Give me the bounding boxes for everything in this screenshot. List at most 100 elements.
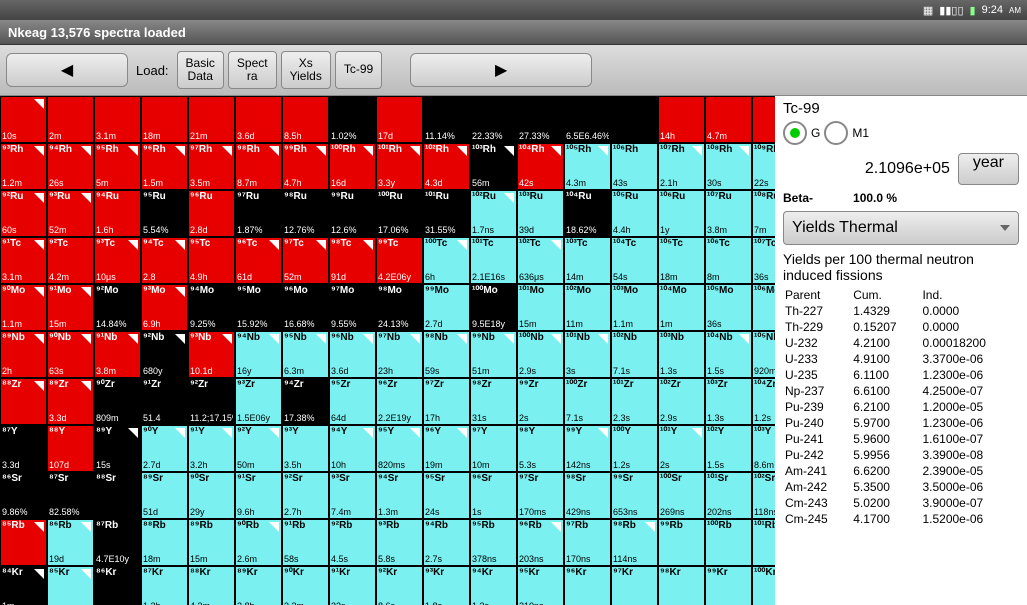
nuclide-cell[interactable]: ⁹⁰Kr3.2m [282, 566, 329, 605]
nuclide-cell[interactable]: ⁹³Sr7.4m [329, 472, 376, 519]
nuclide-cell[interactable]: ¹⁰⁶Rh43s [611, 143, 658, 190]
nuclide-cell[interactable]: ¹⁰¹Nb3s [564, 331, 611, 378]
nuclide-cell[interactable]: ⁹³Tc10μs [94, 237, 141, 284]
nuclide-cell[interactable]: ¹⁰⁴Nb1.5s [705, 331, 752, 378]
nuclide-cell[interactable]: ⁸⁸Sr [94, 472, 141, 519]
nuclide-cell[interactable]: ⁹⁸Sr429ns [564, 472, 611, 519]
nuclide-cell[interactable]: ⁹⁵Rb378ns [470, 519, 517, 566]
nuclide-cell[interactable]: ⁹⁰Mo1.1m [0, 284, 47, 331]
nuclide-cell[interactable]: ¹⁰⁵Mo36s [705, 284, 752, 331]
nuclide-cell[interactable]: ⁹⁷Kr [611, 566, 658, 605]
nuclide-cell[interactable]: ⁹⁸Y5.3s [517, 425, 564, 472]
nuclide-cell[interactable]: ⁹⁰Sr29y [188, 472, 235, 519]
nuclide-cell[interactable]: ¹⁰⁸Ru7m [752, 190, 775, 237]
nuclide-cell[interactable]: ⁹⁵Kr210ns [517, 566, 564, 605]
isotope-button[interactable]: Tc-99 [335, 51, 382, 89]
nuclide-cell[interactable]: ⁹⁹Ru12.6% [329, 190, 376, 237]
nuclide-cell[interactable]: ⁹²Nb680y [141, 331, 188, 378]
nuclide-cell[interactable]: ¹⁰⁰Zr7.1s [564, 378, 611, 425]
nuclide-cell[interactable]: ⁹³Zr1.5E06y [235, 378, 282, 425]
nuclide-cell[interactable]: ¹⁰¹Zr2.3s [611, 378, 658, 425]
nuclide-cell[interactable]: ⁸⁸Y107d [47, 425, 94, 472]
nuclide-cell[interactable]: ⁹⁷Zr17h [423, 378, 470, 425]
nuclide-cell[interactable]: ⁹¹Zr51.4 [141, 378, 188, 425]
nuclide-cell[interactable]: ¹⁰⁶Tc8m [705, 237, 752, 284]
nuclide-cell[interactable]: ⁹²Kr8.6s [376, 566, 423, 605]
nuclide-cell[interactable]: 22.33% [470, 96, 517, 143]
nuclide-cell[interactable]: ⁹⁹Rb [658, 519, 705, 566]
halflife-unit-button[interactable]: year [958, 153, 1019, 185]
nuclide-cell[interactable]: ⁹⁹Tc4.2E06y [376, 237, 423, 284]
basic-data-button[interactable]: Basic Data [177, 51, 224, 89]
nuclide-cell[interactable]: ⁹¹Kr32s [329, 566, 376, 605]
nuclide-cell[interactable]: 3.6d [235, 96, 282, 143]
nuclide-cell[interactable]: ⁸⁹Sr51d [141, 472, 188, 519]
nuclide-cell[interactable]: ¹⁰²Zr2.9s [658, 378, 705, 425]
nuclide-cell[interactable]: ⁸⁷Rb4.7E10y [94, 519, 141, 566]
nuclide-cell[interactable]: ¹⁰¹Y2s [658, 425, 705, 472]
nuclide-cell[interactable]: 14h [658, 96, 705, 143]
nuclide-cell[interactable]: ¹⁰³Y8.6m [752, 425, 775, 472]
nuclide-cell[interactable]: 21m [188, 96, 235, 143]
nuclide-cell[interactable]: ⁹⁴Y10h [329, 425, 376, 472]
nuclide-cell[interactable]: ⁸⁴Kr1m [0, 566, 47, 605]
nuclide-cell[interactable]: ⁹⁹Nb51m [470, 331, 517, 378]
nuclide-cell[interactable]: ¹⁰⁸Rh30s [705, 143, 752, 190]
nuclide-cell[interactable]: ¹⁰⁴Rh42s [517, 143, 564, 190]
nuclide-cell[interactable]: ¹⁰¹Sr202ns [705, 472, 752, 519]
nuclide-cell[interactable]: ⁹⁶Rb203ns [517, 519, 564, 566]
nuclide-cell[interactable]: 4.7m [705, 96, 752, 143]
nuclide-cell[interactable]: ⁸⁶Sr9.86% [0, 472, 47, 519]
nuclide-cell[interactable]: ¹⁰⁵Nb920ms [752, 331, 775, 378]
nuclide-cell[interactable]: 2m [47, 96, 94, 143]
nuclide-cell[interactable]: ¹⁰³Mo1.1m [611, 284, 658, 331]
nuclide-cell[interactable]: ⁹⁸Tc91d [329, 237, 376, 284]
nuclide-cell[interactable]: ¹⁰⁶Ru1y [658, 190, 705, 237]
nuclide-cell[interactable]: ⁹⁴Kr1.3s [470, 566, 517, 605]
nuclide-cell[interactable]: ⁹⁰Zr809m [94, 378, 141, 425]
nuclide-cell[interactable]: ¹⁰⁴Ru18.62% [564, 190, 611, 237]
nuclide-cell[interactable]: ¹⁰²Y1.5s [705, 425, 752, 472]
nuclide-cell[interactable]: ⁹⁶Mo16.68% [282, 284, 329, 331]
nuclide-cell[interactable]: ⁹³Y3.5h [282, 425, 329, 472]
nuclide-cell[interactable]: 8.5h [282, 96, 329, 143]
nuclide-cell[interactable]: 18m [141, 96, 188, 143]
nuclide-cell[interactable]: ⁹¹Mo15m [47, 284, 94, 331]
nuclide-cell[interactable]: ⁹⁷Ru1.87% [235, 190, 282, 237]
nuclide-cell[interactable]: ⁹⁸Zr31s [470, 378, 517, 425]
nuclide-cell[interactable]: ⁹⁶Zr2.2E19y [376, 378, 423, 425]
nuclide-cell[interactable]: ¹⁰¹Rh3.3y [376, 143, 423, 190]
nuclide-cell[interactable]: ⁹⁵Y820ms [376, 425, 423, 472]
nuclide-cell[interactable]: ⁹⁰Nb63s [47, 331, 94, 378]
yields-dropdown[interactable]: Yields Thermal [783, 211, 1019, 245]
nuclide-cell[interactable]: 6.5E6.46% [564, 96, 611, 143]
nuclide-cell[interactable]: ⁹⁷Rh3.5m [188, 143, 235, 190]
nuclide-cell[interactable]: ⁹⁷Tc52m [282, 237, 329, 284]
nuclide-cell[interactable]: ⁹⁷Nb23h [376, 331, 423, 378]
nuclide-cell[interactable]: ⁸⁷Kr1.3h [141, 566, 188, 605]
nuclide-cell[interactable]: ⁹¹Nb3.8m [94, 331, 141, 378]
nuclide-cell[interactable]: ⁹⁶Ru2.8d [188, 190, 235, 237]
nuclide-cell[interactable]: ⁹⁵Zr64d [329, 378, 376, 425]
nuclide-cell[interactable]: ¹⁰⁷Ru3.8m [705, 190, 752, 237]
nuclide-cell[interactable]: ¹⁰⁵Ru4.4h [611, 190, 658, 237]
nuclide-cell[interactable]: ⁹⁵Ru5.54% [141, 190, 188, 237]
nav-prev-button[interactable]: ◀ [6, 53, 128, 87]
nuclide-cell[interactable]: ¹⁰⁶Mo [752, 284, 775, 331]
nuclide-cell[interactable] [611, 96, 658, 143]
nav-next-button[interactable]: ▶ [410, 53, 592, 87]
nuclide-cell[interactable]: ¹⁰⁰Sr269ns [658, 472, 705, 519]
nuclide-cell[interactable]: ¹⁰¹Ru31.55% [423, 190, 470, 237]
nuclide-cell[interactable]: ⁹⁶Rh1.5m [141, 143, 188, 190]
nuclide-cell[interactable]: ¹⁰³Rh56m [470, 143, 517, 190]
nuclide-cell[interactable]: ⁹³Kr1.8s [423, 566, 470, 605]
nuclide-cell[interactable]: ⁸⁹Nb2h [0, 331, 47, 378]
nuclide-cell[interactable]: ¹⁰¹Tc2.1E16s [470, 237, 517, 284]
nuclide-cell[interactable]: ⁸⁸Zr [0, 378, 47, 425]
nuclide-cell[interactable]: ⁹⁶Nb3.6d [329, 331, 376, 378]
nuclide-cell[interactable]: ¹⁰¹Mo15m [517, 284, 564, 331]
nuclide-cell[interactable]: ⁹⁵Nb6.3m [282, 331, 329, 378]
nuclide-cell[interactable]: ⁹⁵Rh5m [94, 143, 141, 190]
nuclide-cell[interactable]: ⁸⁵Rb [0, 519, 47, 566]
nuclide-cell[interactable]: ¹⁰⁰Kr [752, 566, 775, 605]
